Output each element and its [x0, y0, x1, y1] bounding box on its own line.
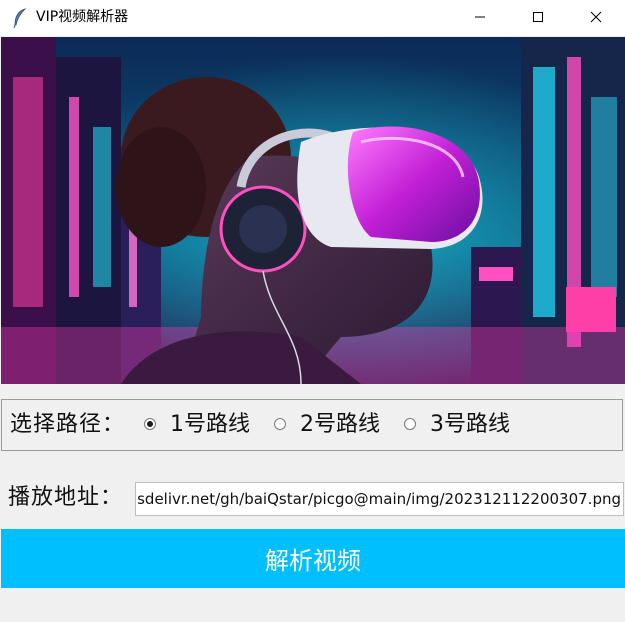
route-option-label: 2号路线 [300, 412, 380, 437]
play-url-row: 播放地址： [1, 480, 625, 516]
radio-unselected-icon[interactable] [404, 418, 416, 430]
radio-unselected-icon[interactable] [274, 418, 286, 430]
play-url-label: 播放地址： [8, 485, 124, 510]
close-icon [590, 11, 602, 23]
window-title: VIP视频解析器 [36, 9, 129, 25]
parse-video-button[interactable]: 解析视频 [1, 529, 625, 588]
route-option-label: 1号路线 [170, 412, 250, 437]
feather-icon [13, 8, 27, 28]
route-label: 选择路径： [10, 412, 126, 437]
radio-selected-icon[interactable] [144, 418, 156, 430]
minimize-button[interactable] [451, 0, 509, 34]
route-option-label: 3号路线 [430, 412, 510, 437]
title-bar: VIP视频解析器 [0, 0, 625, 36]
maximize-button[interactable] [509, 0, 567, 34]
play-url-input[interactable] [135, 482, 624, 516]
hero-image [1, 37, 625, 384]
maximize-icon [533, 12, 543, 22]
route-selector: 选择路径： 1号路线 2号路线 3号路线 [1, 399, 623, 451]
vr-headset-image [1, 37, 625, 384]
close-button[interactable] [567, 0, 625, 34]
minimize-icon [475, 16, 485, 18]
